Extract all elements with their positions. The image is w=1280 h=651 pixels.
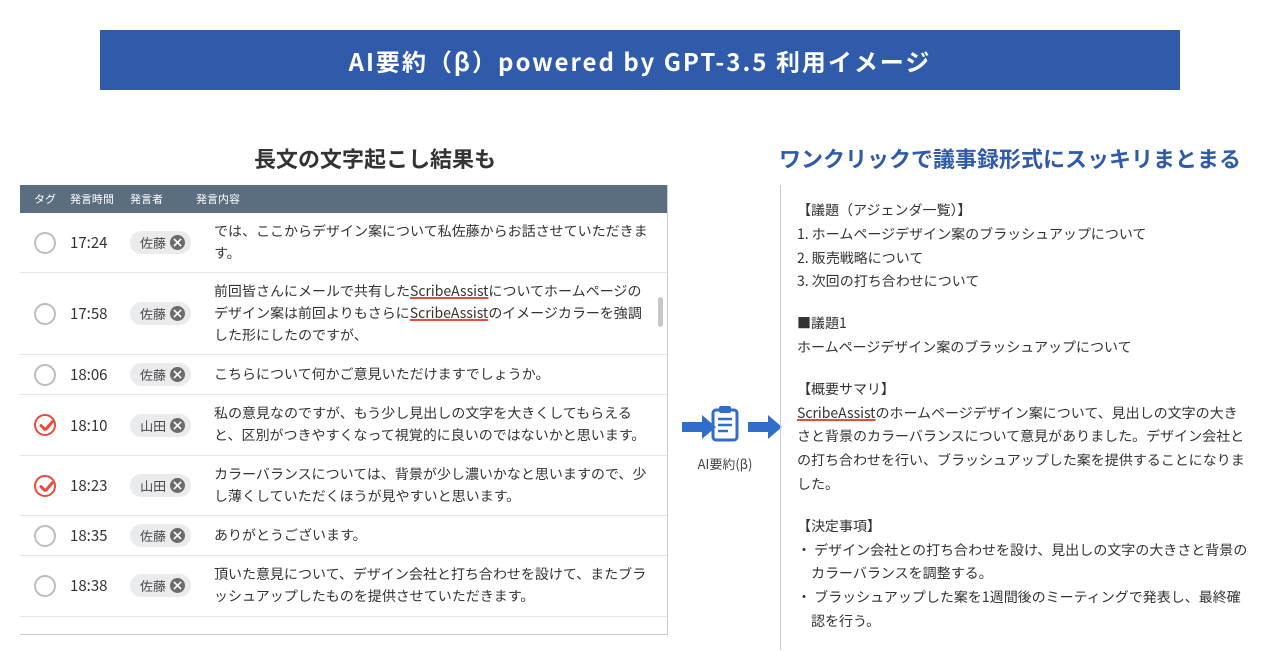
speaker-chip[interactable]: 佐藤 [130, 524, 191, 547]
speaker-chip[interactable]: 佐藤 [130, 363, 191, 386]
speaker-chip[interactable]: 山田 [130, 414, 191, 437]
cell-time: 18:38 [70, 575, 130, 596]
speaker-name: 山田 [140, 476, 166, 495]
close-icon[interactable] [170, 478, 185, 493]
decision-head: 【決定事項】 [797, 515, 1250, 539]
caption-left: 長文の文字起こし結果も [150, 142, 600, 174]
title-bar: AI要約（β）powered by GPT-3.5 利用イメージ [100, 30, 1180, 90]
th-content: 発言内容 [196, 191, 667, 207]
cell-content: ありがとうございます。 [196, 525, 655, 547]
speaker-chip[interactable]: 山田 [130, 474, 191, 497]
table-row: 18:35 佐藤 ありがとうございます。 [20, 516, 667, 556]
table-row: 18:10 山田 私の意見なのですが、もう少し見出しの文字を大きくしてもらえると… [20, 395, 667, 455]
overview-body: ScribeAssistのホームページデザイン案について、見出しの文字の大きさと… [797, 402, 1250, 497]
tag-check-icon[interactable] [34, 475, 56, 497]
transcript-header: タグ 発言時間 発言者 発言内容 [20, 185, 667, 213]
tag-circle-icon[interactable] [34, 364, 56, 386]
agenda-title: 【議題（アジェンダ一覧）】 [797, 199, 1250, 223]
table-row: 18:38 佐藤 頂いた意見について、デザイン会社と打ち合わせを設けて、またブラ… [20, 556, 667, 616]
cell-content: 頂いた意見について、デザイン会社と打ち合わせを設けて、またブラッシュアップしたも… [196, 564, 655, 607]
speaker-chip[interactable]: 佐藤 [130, 231, 191, 254]
transcript-panel: タグ 発言時間 発言者 発言内容 17:24 佐藤 では、ここからデザイン案につ… [20, 185, 668, 635]
tag-check-icon[interactable] [34, 414, 56, 436]
link-text: ScribeAssist [410, 303, 488, 323]
ai-label: AI要約(β) [680, 454, 770, 473]
speaker-chip[interactable]: 佐藤 [130, 574, 191, 597]
cell-time: 18:35 [70, 525, 130, 546]
arrow-right-icon [748, 422, 768, 432]
cell-content: 私の意見なのですが、もう少し見出しの文字を大きくしてもらえると、区別がつきやすく… [196, 403, 655, 446]
th-time: 発言時間 [70, 191, 130, 207]
speaker-name: 佐藤 [140, 526, 166, 545]
close-icon[interactable] [170, 578, 185, 593]
agenda-item: 2. 販売戦略について [797, 247, 1250, 271]
cell-time: 17:24 [70, 232, 130, 253]
arrow-right-icon [682, 422, 702, 432]
decision-item: ・ デザイン会社との打ち合わせを設け、見出しの文字の大きさと背景のカラーバランス… [797, 539, 1250, 587]
tag-circle-icon[interactable] [34, 575, 56, 597]
cell-content: カラーバランスについては、背景が少し濃いかなと思いますので、少し薄くしていただく… [196, 464, 655, 507]
overview-head: 【概要サマリ】 [797, 378, 1250, 402]
table-row: 18:06 佐藤 こちらについて何かご意見いただけますでしょうか。 [20, 355, 667, 395]
tag-circle-icon[interactable] [34, 232, 56, 254]
close-icon[interactable] [170, 367, 185, 382]
tag-circle-icon[interactable] [34, 525, 56, 547]
cell-content: では、ここからデザイン案について私佐藤からお話させていただきます。 [196, 221, 655, 264]
speaker-name: 佐藤 [140, 304, 166, 323]
cell-content: こちらについて何かご意見いただけますでしょうか。 [196, 364, 655, 386]
th-tag: タグ [34, 191, 70, 207]
speaker-name: 佐藤 [140, 233, 166, 252]
topic-sub: ホームページデザイン案のブラッシュアップについて [797, 336, 1250, 360]
cell-time: 17:58 [70, 303, 130, 324]
table-row: 18:23 山田 カラーバランスについては、背景が少し濃いかなと思いますので、少… [20, 456, 667, 516]
table-row: 17:58 佐藤 前回皆さんにメールで共有したScribeAssistについてホ… [20, 273, 667, 355]
agenda-item: 1. ホームページデザイン案のブラッシュアップについて [797, 223, 1250, 247]
cell-time: 18:23 [70, 475, 130, 496]
cell-time: 18:06 [70, 364, 130, 385]
cell-content: 前回皆さんにメールで共有したScribeAssistについてホームページのデザイ… [196, 281, 655, 346]
cell-time: 18:10 [70, 415, 130, 436]
caption-right: ワンクリックで議事録形式にスッキリまとまる [760, 142, 1260, 174]
close-icon[interactable] [170, 306, 185, 321]
summary-panel: 【議題（アジェンダ一覧）】 1. ホームページデザイン案のブラッシュアップについ… [780, 185, 1250, 650]
topic-head: ■議題1 [797, 312, 1250, 336]
agenda-item: 3. 次回の打ち合わせについて [797, 270, 1250, 294]
link-text: ScribeAssist [797, 403, 875, 423]
speaker-name: 山田 [140, 416, 166, 435]
th-speaker: 発言者 [130, 191, 196, 207]
decision-item: ・ ブラッシュアップした案を1週間後のミーティングで発表し、最終確認を行う。 [797, 586, 1250, 634]
tag-circle-icon[interactable] [34, 303, 56, 325]
table-row: 17:24 佐藤 では、ここからデザイン案について私佐藤からお話させていただきま… [20, 213, 667, 273]
speaker-name: 佐藤 [140, 576, 166, 595]
close-icon[interactable] [170, 418, 185, 433]
speaker-name: 佐藤 [140, 365, 166, 384]
close-icon[interactable] [170, 528, 185, 543]
close-icon[interactable] [170, 235, 185, 250]
link-text: ScribeAssist [410, 281, 488, 301]
ai-arrow-group: AI要約(β) [680, 405, 770, 473]
speaker-chip[interactable]: 佐藤 [130, 302, 191, 325]
scrollbar-thumb[interactable] [658, 297, 663, 327]
title-text: AI要約（β）powered by GPT-3.5 利用イメージ [349, 43, 932, 78]
